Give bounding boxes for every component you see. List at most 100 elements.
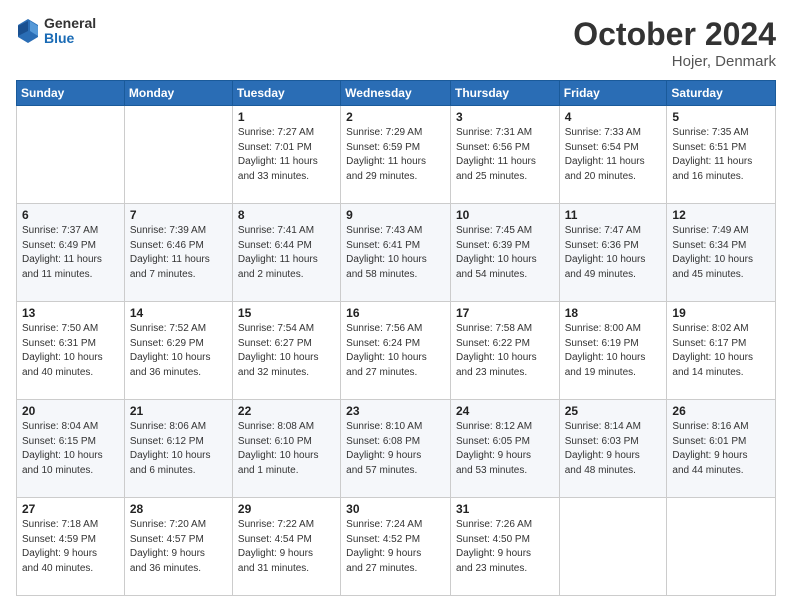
table-row: 1Sunrise: 7:27 AMSunset: 7:01 PMDaylight… (232, 106, 340, 204)
day-info: Sunrise: 7:24 AMSunset: 4:52 PMDaylight:… (346, 518, 445, 576)
calendar-week-row: 1Sunrise: 7:27 AMSunset: 7:01 PMDaylight… (17, 106, 776, 204)
day-number: 21 (130, 404, 227, 418)
logo: General Blue (16, 16, 96, 47)
location: Hojer, Denmark (573, 53, 776, 70)
day-info: Sunrise: 7:20 AMSunset: 4:57 PMDaylight:… (130, 518, 227, 576)
day-number: 3 (456, 110, 554, 124)
calendar-week-row: 13Sunrise: 7:50 AMSunset: 6:31 PMDayligh… (17, 302, 776, 400)
day-number: 9 (346, 208, 445, 222)
day-number: 8 (238, 208, 335, 222)
day-info: Sunrise: 8:14 AMSunset: 6:03 PMDaylight:… (565, 420, 662, 478)
day-number: 11 (565, 208, 662, 222)
day-info: Sunrise: 7:47 AMSunset: 6:36 PMDaylight:… (565, 224, 662, 282)
day-info: Sunrise: 7:52 AMSunset: 6:29 PMDaylight:… (130, 322, 227, 380)
day-number: 19 (672, 306, 770, 320)
table-row: 12Sunrise: 7:49 AMSunset: 6:34 PMDayligh… (667, 204, 776, 302)
day-info: Sunrise: 7:41 AMSunset: 6:44 PMDaylight:… (238, 224, 335, 282)
day-number: 20 (22, 404, 119, 418)
col-friday: Friday (559, 81, 667, 106)
day-number: 31 (456, 502, 554, 516)
title-block: October 2024 Hojer, Denmark (573, 16, 776, 70)
day-info: Sunrise: 7:58 AMSunset: 6:22 PMDaylight:… (456, 322, 554, 380)
day-number: 1 (238, 110, 335, 124)
table-row: 4 Sunrise: 7:33 AMSunset: 6:54 PMDaylight… (559, 106, 667, 204)
day-info: Sunrise: 8:12 AMSunset: 6:05 PMDaylight:… (456, 420, 554, 478)
day-info: Sunrise: 7:39 AMSunset: 6:46 PMDaylight:… (130, 224, 227, 282)
table-row: 22 Sunrise: 8:08 AMSunset: 6:10 PMDayligh… (232, 400, 340, 498)
day-number: 23 (346, 404, 445, 418)
day-info: Sunrise: 7:45 AMSunset: 6:39 PMDaylight:… (456, 224, 554, 282)
day-info: Sunrise: 7:29 AMSunset: 6:59 PMDaylight:… (346, 126, 445, 184)
table-row: 5 Sunrise: 7:35 AMSunset: 6:51 PMDaylight… (667, 106, 776, 204)
table-row: 16 Sunrise: 7:56 AMSunset: 6:24 PMDayligh… (341, 302, 451, 400)
table-row (559, 498, 667, 596)
day-number: 4 (565, 110, 662, 124)
table-row: 20Sunrise: 8:04 AMSunset: 6:15 PMDayligh… (17, 400, 125, 498)
day-info: Sunrise: 8:06 AMSunset: 6:12 PMDaylight:… (130, 420, 227, 478)
day-number: 10 (456, 208, 554, 222)
col-thursday: Thursday (450, 81, 559, 106)
day-number: 7 (130, 208, 227, 222)
day-info: Sunrise: 7:49 AMSunset: 6:34 PMDaylight:… (672, 224, 770, 282)
day-number: 29 (238, 502, 335, 516)
day-number: 5 (672, 110, 770, 124)
table-row: 27 Sunrise: 7:18 AMSunset: 4:59 PMDayligh… (17, 498, 125, 596)
calendar-week-row: 6 Sunrise: 7:37 AMSunset: 6:49 PMDaylight… (17, 204, 776, 302)
col-sunday: Sunday (17, 81, 125, 106)
day-info: Sunrise: 7:56 AMSunset: 6:24 PMDaylight:… (346, 322, 445, 380)
table-row: 25 Sunrise: 8:14 AMSunset: 6:03 PMDayligh… (559, 400, 667, 498)
day-info: Sunrise: 7:26 AMSunset: 4:50 PMDaylight:… (456, 518, 554, 576)
col-monday: Monday (124, 81, 232, 106)
logo-general-text: General (44, 16, 96, 31)
day-info: Sunrise: 7:33 AMSunset: 6:54 PMDaylight:… (565, 126, 662, 184)
table-row: 30 Sunrise: 7:24 AMSunset: 4:52 PMDayligh… (341, 498, 451, 596)
day-number: 6 (22, 208, 119, 222)
day-number: 26 (672, 404, 770, 418)
day-number: 30 (346, 502, 445, 516)
day-info: Sunrise: 8:08 AMSunset: 6:10 PMDaylight:… (238, 420, 335, 478)
day-info: Sunrise: 7:35 AMSunset: 6:51 PMDaylight:… (672, 126, 770, 184)
day-number: 16 (346, 306, 445, 320)
table-row (124, 106, 232, 204)
table-row: 8 Sunrise: 7:41 AMSunset: 6:44 PMDaylight… (232, 204, 340, 302)
table-row: 13Sunrise: 7:50 AMSunset: 6:31 PMDayligh… (17, 302, 125, 400)
day-number: 22 (238, 404, 335, 418)
table-row: 3Sunrise: 7:31 AMSunset: 6:56 PMDaylight… (450, 106, 559, 204)
logo-blue-text: Blue (44, 31, 96, 46)
calendar-table: Sunday Monday Tuesday Wednesday Thursday… (16, 80, 776, 596)
table-row: 29 Sunrise: 7:22 AMSunset: 4:54 PMDayligh… (232, 498, 340, 596)
day-info: Sunrise: 7:37 AMSunset: 6:49 PMDaylight:… (22, 224, 119, 282)
day-info: Sunrise: 8:00 AMSunset: 6:19 PMDaylight:… (565, 322, 662, 380)
day-number: 25 (565, 404, 662, 418)
calendar-week-row: 20Sunrise: 8:04 AMSunset: 6:15 PMDayligh… (17, 400, 776, 498)
day-number: 27 (22, 502, 119, 516)
table-row: 28 Sunrise: 7:20 AMSunset: 4:57 PMDayligh… (124, 498, 232, 596)
table-row: 31 Sunrise: 7:26 AMSunset: 4:50 PMDayligh… (450, 498, 559, 596)
table-row: 10 Sunrise: 7:45 AMSunset: 6:39 PMDayligh… (450, 204, 559, 302)
calendar-page: General Blue October 2024 Hojer, Denmark… (0, 0, 792, 612)
table-row: 6 Sunrise: 7:37 AMSunset: 6:49 PMDaylight… (17, 204, 125, 302)
table-row: 15Sunrise: 7:54 AMSunset: 6:27 PMDayligh… (232, 302, 340, 400)
calendar-week-row: 27 Sunrise: 7:18 AMSunset: 4:59 PMDayligh… (17, 498, 776, 596)
day-info: Sunrise: 7:50 AMSunset: 6:31 PMDaylight:… (22, 322, 119, 380)
day-info: Sunrise: 8:10 AMSunset: 6:08 PMDaylight:… (346, 420, 445, 478)
table-row: 26Sunrise: 8:16 AMSunset: 6:01 PMDayligh… (667, 400, 776, 498)
table-row: 14 Sunrise: 7:52 AMSunset: 6:29 PMDayligh… (124, 302, 232, 400)
table-row: 7 Sunrise: 7:39 AMSunset: 6:46 PMDaylight… (124, 204, 232, 302)
table-row: 2Sunrise: 7:29 AMSunset: 6:59 PMDaylight… (341, 106, 451, 204)
table-row: 19Sunrise: 8:02 AMSunset: 6:17 PMDayligh… (667, 302, 776, 400)
table-row (667, 498, 776, 596)
day-number: 28 (130, 502, 227, 516)
day-number: 17 (456, 306, 554, 320)
col-tuesday: Tuesday (232, 81, 340, 106)
month-title: October 2024 (573, 16, 776, 53)
day-info: Sunrise: 7:18 AMSunset: 4:59 PMDaylight:… (22, 518, 119, 576)
col-wednesday: Wednesday (341, 81, 451, 106)
day-number: 18 (565, 306, 662, 320)
table-row: 17 Sunrise: 7:58 AMSunset: 6:22 PMDayligh… (450, 302, 559, 400)
table-row (17, 106, 125, 204)
logo-icon (16, 17, 40, 45)
table-row: 24Sunrise: 8:12 AMSunset: 6:05 PMDayligh… (450, 400, 559, 498)
day-number: 14 (130, 306, 227, 320)
day-info: Sunrise: 7:22 AMSunset: 4:54 PMDaylight:… (238, 518, 335, 576)
